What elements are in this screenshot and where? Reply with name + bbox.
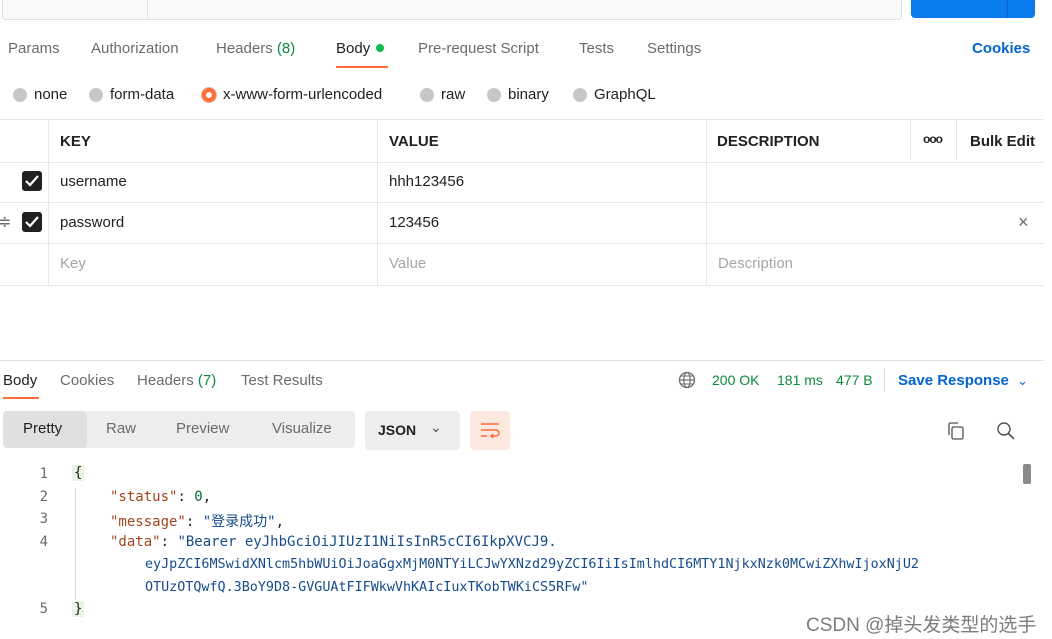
line-number: 2 <box>39 489 48 505</box>
tab-settings[interactable]: Settings <box>647 40 701 58</box>
view-preview[interactable]: Preview <box>176 420 229 437</box>
json-open-brace: { <box>72 465 85 481</box>
status-code[interactable]: 200 OK <box>712 372 759 388</box>
view-visualize[interactable]: Visualize <box>272 420 332 437</box>
table-row[interactable]: username hhh123456 <box>0 162 1044 203</box>
row-value[interactable]: 123456 <box>389 214 439 231</box>
response-tab-body[interactable]: Body <box>3 372 37 389</box>
response-tab-test-results[interactable]: Test Results <box>241 372 323 389</box>
tab-pre-request-script[interactable]: Pre-request Script <box>418 40 539 58</box>
watermark: CSDN @掉头发类型的选手 <box>806 615 1037 636</box>
body-indicator-dot <box>376 44 385 52</box>
line-number: 5 <box>39 601 48 617</box>
response-tab-underline <box>3 397 39 399</box>
json-data-continuation: eyJpZCI6MSwidXNlcm5hbWUiOiJoaGgxMjM0NTYi… <box>145 557 919 572</box>
view-raw[interactable]: Raw <box>106 420 136 437</box>
row-value[interactable]: hhh123456 <box>389 173 464 190</box>
chevron-down-icon: ⌄ <box>1017 373 1028 388</box>
send-button[interactable] <box>911 0 1035 18</box>
wrap-lines-button[interactable] <box>470 411 510 450</box>
more-options-icon[interactable]: ooo <box>923 132 943 146</box>
json-line-message: "message": "登录成功", <box>110 514 285 530</box>
radio-binary[interactable]: binary <box>487 86 549 103</box>
description-input[interactable]: Description <box>718 255 793 272</box>
bulk-edit-button[interactable]: Bulk Edit <box>970 133 1035 150</box>
line-number: 1 <box>39 466 48 482</box>
json-data-continuation: OTUzOTQwfQ.3BoY9D8-GVGUAtFIFWkwVhKAIcIux… <box>145 580 589 595</box>
response-tab-cookies[interactable]: Cookies <box>60 372 114 389</box>
header-key: KEY <box>60 133 91 150</box>
table-header: KEY VALUE DESCRIPTION ooo Bulk Edit <box>0 119 1044 163</box>
format-select[interactable]: JSON ⌄ <box>365 411 460 450</box>
scrollbar[interactable] <box>1023 464 1031 484</box>
save-response-button[interactable]: Save Response ⌄ <box>898 372 1028 389</box>
method-select[interactable] <box>3 0 148 19</box>
line-number: 4 <box>39 534 48 550</box>
wrap-lines-icon <box>481 423 500 439</box>
tab-body[interactable]: Body <box>336 40 385 58</box>
radio-x-www-form-urlencoded[interactable]: x-www-form-urlencoded <box>202 86 382 103</box>
search-icon[interactable] <box>996 421 1016 446</box>
row-key[interactable]: password <box>60 214 124 231</box>
response-tab-headers[interactable]: Headers (7) <box>137 372 216 389</box>
radio-raw[interactable]: raw <box>420 86 465 103</box>
row-key[interactable]: username <box>60 173 127 190</box>
line-number: 3 <box>39 511 48 527</box>
value-input[interactable]: Value <box>389 255 426 272</box>
panel-divider[interactable] <box>0 360 1044 361</box>
response-time[interactable]: 181 ms <box>777 372 823 388</box>
tab-tests[interactable]: Tests <box>579 40 614 58</box>
radio-form-data[interactable]: form-data <box>89 86 174 103</box>
radio-graphql[interactable]: GraphQL <box>573 86 656 103</box>
header-description: DESCRIPTION <box>717 133 820 150</box>
drag-handle-icon[interactable]: ≑ <box>0 212 11 232</box>
row-checkbox[interactable] <box>22 171 42 191</box>
table-row-empty[interactable]: Key Value Description <box>0 244 1044 286</box>
headers-count: (8) <box>276 40 296 57</box>
header-value: VALUE <box>389 133 439 150</box>
row-checkbox[interactable] <box>22 212 42 232</box>
delete-row-icon[interactable]: × <box>1018 212 1029 233</box>
key-input[interactable]: Key <box>60 255 86 272</box>
response-size[interactable]: 477 B <box>836 372 873 388</box>
tab-headers[interactable]: Headers (8) <box>216 40 295 58</box>
globe-icon[interactable] <box>678 371 696 394</box>
divider <box>884 368 885 392</box>
view-pretty[interactable]: Pretty <box>23 420 62 437</box>
radio-none[interactable]: none <box>13 86 67 103</box>
json-line-status: "status": 0, <box>110 489 212 505</box>
json-line-data: "data": "Bearer eyJhbGciOiJIUzI1NiIsInR5… <box>110 534 557 550</box>
chevron-down-icon: ⌄ <box>430 419 442 435</box>
json-close-brace: } <box>72 601 85 617</box>
tab-authorization[interactable]: Authorization <box>91 40 179 58</box>
copy-icon[interactable] <box>946 421 966 446</box>
active-tab-underline <box>336 66 388 68</box>
tab-params[interactable]: Params <box>8 40 60 58</box>
cookies-link[interactable]: Cookies <box>972 40 1030 57</box>
url-bar[interactable] <box>2 0 902 20</box>
indent-guide <box>75 488 76 600</box>
table-row[interactable]: ≑ password 123456 × <box>0 203 1044 244</box>
